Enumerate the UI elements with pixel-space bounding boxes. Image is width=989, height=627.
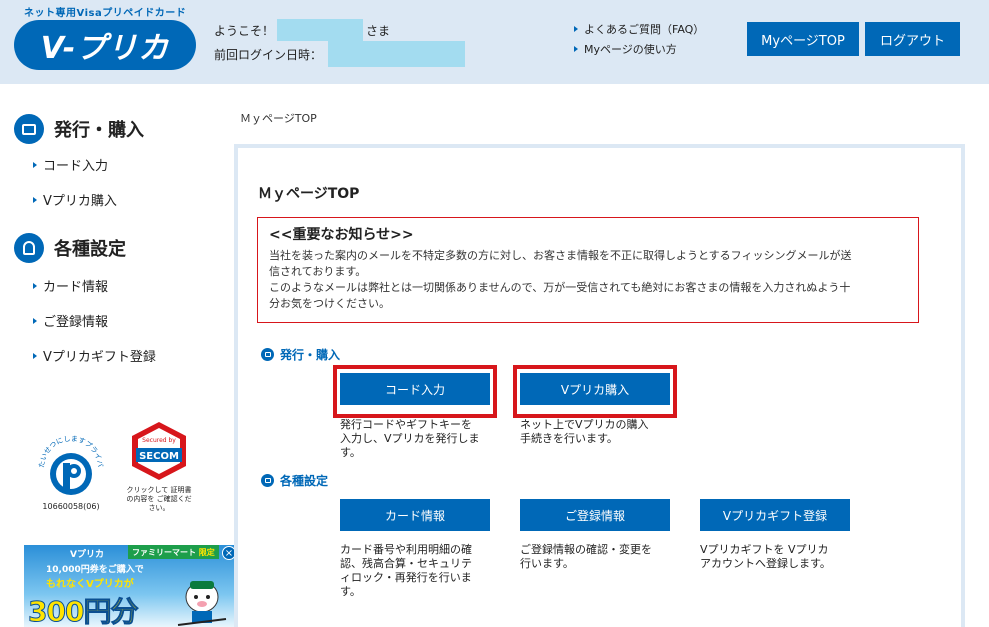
brand-tagline: ネット専用Visaプリペイドカード (24, 8, 187, 19)
lock-icon (14, 233, 44, 263)
site-header: ネット専用Visaプリペイドカード V-プリカ ようこそ！ さま 前回ログイン日… (0, 0, 989, 84)
sidebar-item-registration-info[interactable]: ご登録情報 (33, 311, 108, 330)
privacy-mark-seal[interactable]: たいせつにしますプライバシー 10660058(06) (33, 418, 106, 512)
privacy-mark-number: 10660058(06) (42, 502, 99, 511)
sidebar: 発行・購入 コード入力 Vプリカ購入 各種設定 カード情報 ご登録情報 Vプリカ… (0, 84, 238, 627)
privacy-mark-icon: たいせつにしますプライバシー 10660058(06) (33, 418, 105, 511)
faq-link[interactable]: よくあるご質問（FAQ） (574, 20, 704, 40)
sidebar-heading-issue-purchase: 発行・購入 (14, 114, 144, 144)
triangle-bullet-icon (33, 352, 37, 359)
triangle-bullet-icon (574, 26, 578, 32)
masked-last-login-time (328, 41, 466, 67)
card-icon (14, 114, 44, 144)
secom-caption: クリックして 証明書の内容を ご確認ください。 (126, 486, 192, 512)
banner-brand: Vプリカ (70, 550, 104, 560)
card-info-description: カード番号や利用明細の確 認、残高合算・セキュリテ ィロック・再発行を行いま す… (340, 543, 472, 598)
registration-info-description: ご登録情報の確認・変更を 行います。 (520, 543, 652, 570)
registration-info-button[interactable]: ご登録情報 (520, 499, 670, 531)
banner-amount: 300円分 (27, 595, 138, 627)
secom-shield-icon: Secured by SECOM (132, 422, 186, 480)
sidebar-item-code-entry[interactable]: コード入力 (33, 155, 108, 174)
code-entry-description: 発行コードやギフトキーを 入力し、Vプリカを発行しま す。 (340, 418, 480, 459)
welcome-prefix: ようこそ！ (214, 23, 275, 38)
banner-line1: 10,000円券をご購入で (46, 565, 144, 575)
section-heading-issue-purchase: 発行・購入 (261, 346, 340, 363)
gift-registration-button[interactable]: Vプリカギフト登録 (700, 499, 850, 531)
last-login-label: 前回ログイン日時： (214, 47, 323, 62)
last-login: 前回ログイン日時： (214, 41, 466, 67)
help-links: よくあるご質問（FAQ） Myページの使い方 (574, 20, 704, 60)
mypage-guide-link[interactable]: Myページの使い方 (574, 40, 704, 60)
welcome-suffix: さま (366, 23, 391, 38)
logout-button[interactable]: ログアウト (865, 22, 960, 56)
banner-store-tag: ファミリーマート 限定 (128, 545, 219, 559)
breadcrumb: ＭｙページTOP (240, 112, 317, 125)
campaign-banner[interactable]: Vプリカ ファミリーマート 限定 × 10,000円券をご購入で もれなくVプリ… (24, 545, 238, 627)
vpreca-purchase-description: ネット上でVプリカの購入 手続きを行います。 (520, 418, 649, 445)
secom-seal[interactable]: Secured by SECOM クリックして 証明書の内容を ご確認ください。 (124, 420, 194, 512)
secom-badge-top: Secured by (142, 437, 176, 444)
card-icon (261, 348, 274, 361)
page-title: ＭｙページTOP (258, 186, 360, 202)
section-heading-settings: 各種設定 (261, 472, 328, 489)
banner-line2: もれなくVプリカが (46, 579, 134, 590)
sidebar-item-card-info[interactable]: カード情報 (33, 276, 108, 295)
card-info-button[interactable]: カード情報 (340, 499, 490, 531)
vpreca-logo[interactable]: V-プリカ (14, 20, 196, 70)
notice-title: <<重要なお知らせ>> (269, 227, 414, 243)
sidebar-item-vpreca-purchase[interactable]: Vプリカ購入 (33, 190, 117, 209)
triangle-bullet-icon (33, 282, 37, 289)
welcome-message: ようこそ！ さま (214, 19, 390, 41)
main-panel: ＭｙページTOP <<重要なお知らせ>> 当社を装った案内のメールを不特定多数の… (234, 144, 965, 627)
sidebar-heading-settings: 各種設定 (14, 233, 126, 263)
important-notice: <<重要なお知らせ>> 当社を装った案内のメールを不特定多数の方に対し、お客さま… (257, 217, 919, 323)
notice-body: 当社を装った案内のメールを不特定多数の方に対し、お客さま情報を不正に取得しようと… (269, 249, 852, 310)
mypage-top-button[interactable]: MyページTOP (747, 22, 859, 56)
vpreca-purchase-button[interactable]: Vプリカ購入 (520, 373, 670, 405)
mascot-skier-icon (177, 581, 227, 626)
triangle-bullet-icon (33, 317, 37, 324)
triangle-bullet-icon (574, 46, 578, 52)
code-entry-button[interactable]: コード入力 (340, 373, 490, 405)
sidebar-item-gift-registration[interactable]: Vプリカギフト登録 (33, 346, 156, 365)
secom-badge-brand: SECOM (139, 451, 179, 462)
triangle-bullet-icon (33, 161, 37, 168)
triangle-bullet-icon (33, 196, 37, 203)
masked-username (277, 19, 364, 41)
lock-icon (261, 474, 274, 487)
gift-registration-description: Vプリカギフトを Vプリカ アカウントへ登録します。 (700, 543, 831, 570)
